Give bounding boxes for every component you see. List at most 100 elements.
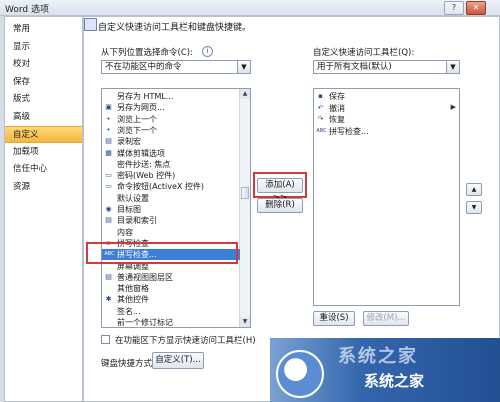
toolbar-item[interactable]: ↶ 撤消 (314, 103, 444, 114)
command-label: 其他窗格 (117, 284, 149, 294)
command-item[interactable]: 内容 (102, 227, 240, 238)
command-icon: ✱ (105, 295, 112, 304)
nav-item[interactable]: 资源 (5, 179, 82, 196)
window-title: Word 选项 (5, 5, 49, 15)
show-below-ribbon-label: 在功能区下方显示快速访问工具栏(H) (115, 336, 256, 346)
watermark-logo-icon (276, 350, 324, 398)
commands-list[interactable]: ▲ ▼ 另存为 HTML... ▣ 另存为网页... • 浏览上一个 • 浏览下一个 ▤ 录制宏… (101, 88, 251, 328)
customize-toolbar-label: 自定义快速访问工具栏(Q): (313, 48, 415, 58)
close-button[interactable]: ✕ (466, 1, 486, 15)
command-item[interactable]: • 浏览上一个 (102, 114, 240, 125)
command-icon (104, 160, 113, 169)
command-label: 密件抄送: 焦点 (117, 159, 171, 169)
command-item[interactable]: 另存为 HTML... (102, 91, 240, 102)
toolbar-item[interactable]: ↷ 恢复 (314, 114, 444, 125)
toolbar-scope-value: 用于所有文档(默认) (317, 62, 392, 72)
toolbar-item-icon: ↶ (317, 103, 324, 112)
command-item[interactable]: 默认设置 (102, 193, 240, 204)
options-nav: 常用 显示 校对 保存 版式 高级 自定义 加载项 信任中心 资源 (4, 16, 83, 402)
command-item[interactable]: ▦ 媒体剪辑选项 (102, 148, 240, 159)
nav-item[interactable]: 高级 (5, 109, 82, 126)
nav-item[interactable]: 校对 (5, 56, 82, 73)
toolbar-item[interactable]: ▪ 保存 (314, 91, 444, 102)
command-label: 另存为 HTML... (117, 92, 174, 101)
command-label: 目录和索引 (117, 216, 157, 226)
choose-commands-label: 从下列位置选择命令(C): (101, 48, 193, 58)
customize-shortcuts-button[interactable]: 自定义(T)... (152, 352, 204, 369)
toolbar-scope-dropdown[interactable]: 用于所有文档(默认) ▼ (313, 60, 460, 74)
command-label: 签名... (117, 306, 141, 316)
command-item[interactable]: ▤ 普通视图图层区 (102, 272, 240, 283)
command-item[interactable]: ▭ 密码(Web 控件) (102, 170, 240, 181)
show-below-ribbon-checkbox[interactable] (101, 335, 110, 344)
toolbar-item-label: 保存 (329, 92, 345, 101)
command-label: 内容 (117, 227, 133, 237)
scroll-down-icon[interactable]: ▼ (240, 317, 250, 327)
command-item[interactable]: ▭ 命令按钮(ActiveX 控件) (102, 181, 240, 192)
command-item[interactable]: ▤ 目录和索引 (102, 215, 240, 226)
command-icon (104, 307, 113, 316)
command-icon: • (106, 125, 111, 134)
command-label: 浏览上一个 (117, 114, 157, 124)
command-item[interactable]: ✱ 其他控件 (102, 294, 240, 305)
command-label: 命令按钮(ActiveX 控件) (117, 182, 205, 192)
toolbar-item-label: 拼写检查... (329, 126, 369, 136)
nav-item[interactable]: 自定义 (5, 126, 82, 143)
chevron-down-icon: ▼ (446, 61, 459, 73)
nav-item[interactable]: 加载项 (5, 144, 82, 161)
command-icon: ◉ (105, 205, 112, 213)
nav-item[interactable]: 版式 (5, 91, 82, 108)
command-label: 默认设置 (117, 193, 149, 203)
toolbar-item-label: 恢复 (329, 115, 345, 124)
toolbar-icon (84, 18, 97, 31)
command-item[interactable]: 其他窗格 (102, 283, 240, 294)
toolbar-item[interactable]: ABC 拼写检查... (314, 126, 444, 137)
info-icon[interactable]: i (202, 46, 213, 57)
nav-item[interactable]: 常用 (5, 21, 82, 38)
commands-source-dropdown[interactable]: 不在功能区中的命令 ▼ (101, 60, 251, 74)
move-up-button[interactable]: ▲ (466, 183, 482, 196)
command-icon (104, 284, 113, 293)
chevron-down-icon: ▼ (237, 61, 250, 73)
command-item[interactable]: ▤ 录制宏 (102, 136, 240, 147)
add-button[interactable]: 添加(A) >> (257, 178, 303, 203)
keyboard-shortcut-label: 键盘快捷方式: (101, 359, 155, 369)
command-item[interactable]: ▣ 另存为网页... (102, 102, 240, 113)
command-icon: ▦ (105, 148, 112, 157)
command-label: 其他控件 (117, 295, 149, 305)
nav-item[interactable]: 显示 (5, 39, 82, 56)
toolbar-item-icon: ↷ (317, 115, 324, 123)
command-icon (104, 228, 113, 237)
modify-button[interactable]: 修改(M)... (363, 311, 409, 326)
watermark-brand: 系统之家 (364, 372, 425, 390)
command-item[interactable]: • 浏览下一个 (102, 125, 240, 136)
command-item[interactable]: 签名... (102, 306, 240, 317)
remove-button[interactable]: 删除(R) (257, 198, 303, 213)
command-icon (104, 318, 113, 327)
command-label: 录制宏 (117, 137, 141, 147)
toolbar-items-list[interactable]: ▶ ▪ 保存 ↶ 撤消 ↷ 恢复 ABC 拼写检查... (313, 88, 460, 306)
command-label: 密码(Web 控件) (117, 171, 176, 181)
command-label: 目标图 (117, 205, 141, 214)
command-item[interactable]: 前一个修订标记 (102, 317, 240, 327)
nav-item[interactable]: 保存 (5, 74, 82, 91)
command-icon: ▤ (105, 216, 112, 225)
command-item[interactable]: ◉ 目标图 (102, 204, 240, 215)
selected-command-highlight (86, 242, 238, 264)
nav-item[interactable]: 信任中心 (5, 161, 82, 178)
command-icon: ▭ (105, 182, 112, 191)
commands-scrollbar[interactable]: ▲ ▼ (239, 89, 250, 327)
command-item[interactable]: 密件抄送: 焦点 (102, 159, 240, 170)
help-button[interactable]: ? (444, 1, 464, 15)
toolbar-item-icon: ABC (316, 127, 327, 134)
watermark-title: 系统之家 (338, 346, 418, 367)
expand-arrow-icon: ▶ (450, 103, 456, 111)
command-icon: ▤ (105, 137, 112, 146)
scroll-up-icon[interactable]: ▲ (240, 89, 250, 99)
command-label: 前一个修订标记 (117, 318, 173, 327)
move-down-button[interactable]: ▼ (466, 201, 482, 214)
reset-button[interactable]: 重设(S) (313, 311, 355, 326)
scroll-thumb[interactable] (241, 187, 249, 199)
command-label: 普通视图图层区 (117, 272, 173, 282)
commands-source-value: 不在功能区中的命令 (105, 62, 182, 72)
